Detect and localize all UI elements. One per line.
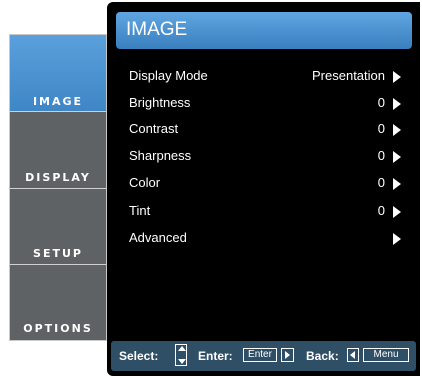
- menu-item-label: Display Mode: [129, 68, 208, 83]
- tab-setup[interactable]: SETUP: [10, 190, 106, 265]
- arrow-right-icon[interactable]: [393, 178, 401, 190]
- arrow-right-icon[interactable]: [393, 124, 401, 136]
- menu-item-brightness[interactable]: Brightness 0: [129, 95, 401, 115]
- arrow-right-icon[interactable]: [393, 71, 401, 83]
- menu-item-value: 0: [377, 175, 385, 190]
- menu-item-label: Color: [129, 175, 161, 190]
- menu-item-tint[interactable]: Tint 0: [129, 203, 401, 223]
- tab-image[interactable]: IMAGE: [10, 35, 106, 112]
- tab-display-label: DISPLAY: [25, 171, 91, 184]
- up-down-arrow-icon: [175, 344, 187, 366]
- menu-item-sharpness[interactable]: Sharpness 0: [129, 148, 401, 168]
- menu-item-label: Contrast: [129, 121, 179, 136]
- menu-item-label: Sharpness: [129, 148, 192, 163]
- menu-item-contrast[interactable]: Contrast 0: [129, 121, 401, 141]
- menu-item-label: Advanced: [129, 230, 187, 245]
- menu-item-value: 0: [377, 203, 385, 218]
- menu-item-value: Presentation: [312, 68, 385, 83]
- menu-item-value: 0: [377, 121, 385, 136]
- menu-item-value: 0: [377, 148, 385, 163]
- arrow-right-icon[interactable]: [393, 206, 401, 218]
- tab-options[interactable]: OPTIONS: [10, 266, 106, 340]
- menu-item-display-mode[interactable]: Display Mode Presentation: [129, 68, 401, 88]
- menu-item-advanced[interactable]: Advanced: [129, 230, 401, 250]
- back-label: Back:: [306, 349, 339, 363]
- arrow-right-icon[interactable]: [393, 151, 401, 163]
- page-title: IMAGE: [126, 19, 188, 40]
- tab-display[interactable]: DISPLAY: [10, 113, 106, 189]
- enter-key: Enter: [243, 348, 277, 362]
- tab-setup-label: SETUP: [33, 247, 83, 260]
- menu-tabs: IMAGE DISPLAY SETUP OPTIONS: [9, 34, 107, 341]
- enter-label: Enter:: [198, 349, 233, 363]
- panel-header: IMAGE: [116, 12, 412, 49]
- left-arrow-icon: [347, 348, 359, 362]
- menu-item-label: Tint: [129, 203, 151, 218]
- tab-image-label: IMAGE: [32, 95, 84, 108]
- menu-item-value: 0: [377, 95, 385, 110]
- menu-key: Menu: [363, 348, 409, 362]
- arrow-right-icon[interactable]: [393, 98, 401, 110]
- help-bar: Select: Enter: Enter Back: Menu: [111, 341, 416, 371]
- menu-item-label: Brightness: [129, 95, 191, 110]
- select-label: Select:: [119, 349, 159, 363]
- tab-options-label: OPTIONS: [23, 322, 93, 335]
- right-arrow-key-icon: [281, 348, 294, 362]
- osd-panel: IMAGE Display Mode Presentation Brightne…: [107, 2, 420, 376]
- arrow-right-icon[interactable]: [393, 233, 401, 245]
- menu-item-color[interactable]: Color 0: [129, 175, 401, 195]
